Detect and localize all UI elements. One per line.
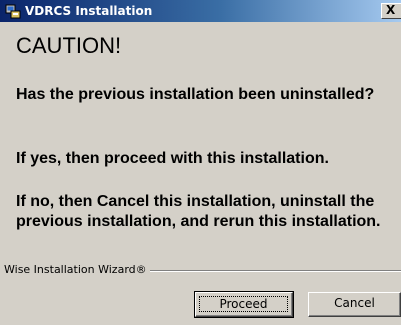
close-button[interactable]: X xyxy=(381,3,401,19)
proceed-button[interactable]: Proceed xyxy=(194,291,294,318)
title-bar[interactable]: VDRCS Installation X xyxy=(0,0,401,22)
message-if-yes: If yes, then proceed with this installat… xyxy=(16,150,329,167)
message-if-no: If no, then Cancel this installation, un… xyxy=(16,193,381,230)
window-title: VDRCS Installation xyxy=(25,4,153,18)
proceed-button-label: Proceed xyxy=(199,296,288,312)
installation-dialog: VDRCS Installation X CAUTION! Has the pr… xyxy=(0,0,401,325)
installer-app-icon xyxy=(5,3,21,19)
message-uninstalled-question: Has the previous installation been unins… xyxy=(16,86,375,103)
caution-heading: CAUTION! xyxy=(16,33,122,58)
wizard-brand-label: Wise Installation Wizard® xyxy=(4,263,150,277)
close-icon: X xyxy=(386,3,396,17)
cancel-button[interactable]: Cancel xyxy=(308,292,401,317)
